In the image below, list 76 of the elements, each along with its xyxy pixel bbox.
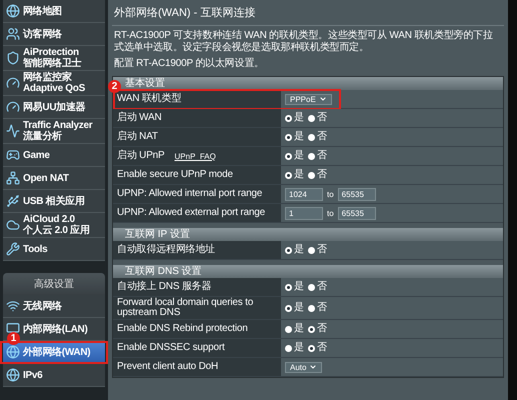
setting-label: UPNP: Allowed internal port range — [117, 189, 262, 199]
sidebar-item[interactable]: Game — [3, 144, 105, 167]
radio-option[interactable]: 否 — [308, 245, 327, 255]
menu-icon — [6, 299, 20, 313]
radio-option[interactable]: 是 — [285, 245, 304, 255]
menu-icon — [6, 76, 20, 90]
menu-icon — [6, 218, 20, 232]
radio-option[interactable]: 是 — [285, 151, 304, 161]
step-badge: 2 — [108, 80, 121, 93]
description: RT-AC1900P 可支持数种连结 WAN 的联机类型。这些类型可从 WAN 联机类型旁的下拉式选单中选取。设定字段会视您是选取那种联机类型而定。 — [113, 28, 494, 54]
page-title: 外部网络(WAN) - 互联网连接 — [112, 0, 504, 26]
menu-icon — [6, 124, 20, 138]
sidebar-item[interactable]: Open NAT — [3, 167, 105, 190]
setting-label: WAN 联机类型 — [117, 94, 182, 104]
radio-option[interactable]: 是 — [285, 282, 304, 292]
sidebar-item[interactable]: 访客网络 — [3, 23, 105, 46]
dropdown[interactable]: PPPoE — [285, 94, 332, 104]
menu-icon — [6, 100, 20, 114]
port-field[interactable]: 65535 — [338, 188, 376, 200]
sidebar-item[interactable]: AiProtection 智能网络卫士 — [3, 46, 105, 71]
setting-label: Prevent client auto DoH — [117, 362, 218, 372]
radio-option[interactable]: 是 — [285, 303, 304, 313]
menu-icon — [6, 27, 20, 41]
radio-option[interactable]: 否 — [308, 303, 327, 313]
setting-label: 自动取得远程网络地址 — [117, 245, 216, 255]
faq-link[interactable]: UPnP_FAQ — [174, 152, 216, 160]
radio-option[interactable]: 是 — [285, 170, 304, 180]
setting-label: 启动 NAT — [117, 132, 158, 142]
sidebar-item[interactable]: Tools — [3, 238, 105, 261]
setting-label: 启动 WAN — [117, 113, 162, 123]
sidebar-item[interactable]: AiCloud 2.0 个人云 2.0 应用 — [3, 213, 105, 238]
setting-label: 启动 UPnP — [117, 151, 165, 161]
radio-option[interactable]: 否 — [308, 132, 327, 142]
setting-label: Enable DNS Rebind protection — [117, 324, 248, 334]
caret-icon — [318, 95, 327, 103]
setting-label: UPNP: Allowed external port range — [117, 208, 265, 218]
sidebar-item[interactable]: USB 相关应用 — [3, 190, 105, 213]
menu-icon — [6, 242, 20, 256]
radio-option[interactable]: 是 — [285, 343, 304, 353]
caret-icon — [309, 363, 318, 371]
menu-icon — [6, 171, 20, 185]
config-note: 配置 RT-AC1900P 的以太网设置。 — [113, 56, 265, 70]
section-header: 互联网 IP 设置 — [113, 228, 503, 241]
radio-option[interactable]: 否 — [308, 324, 327, 334]
radio-option[interactable]: 否 — [308, 113, 327, 123]
menu-icon — [6, 345, 20, 359]
dropdown[interactable]: Auto — [285, 362, 322, 372]
radio-option[interactable]: 否 — [308, 170, 327, 180]
sidebar-item[interactable]: 网易UU加速器 — [3, 96, 105, 119]
radio-option[interactable]: 是 — [285, 132, 304, 142]
range-separator: to — [327, 208, 334, 218]
menu-icon — [6, 148, 20, 162]
range-separator: to — [327, 190, 334, 198]
sidebar-item[interactable]: 网络地图 — [3, 0, 105, 23]
setting-label: Enable secure UPnP mode — [117, 170, 233, 180]
menu-icon — [6, 368, 20, 382]
port-field[interactable]: 1024 — [285, 188, 323, 200]
port-field[interactable]: 65535 — [338, 206, 376, 220]
port-field[interactable]: 1 — [285, 206, 323, 220]
menu-icon — [6, 51, 20, 65]
radio-option[interactable]: 否 — [308, 343, 327, 353]
section-header: 互联网 DNS 设置 — [113, 265, 503, 278]
sidebar-item[interactable]: IPv6 — [3, 364, 105, 387]
menu-icon — [6, 194, 20, 208]
radio-option[interactable]: 否 — [308, 151, 327, 161]
sidebar-item[interactable]: Traffic Analyzer 流量分析 — [3, 119, 105, 144]
section-header: 高级设置 — [3, 273, 105, 295]
setting-label: Enable DNSSEC support — [117, 343, 225, 353]
sidebar-item[interactable]: 无线网络 — [3, 295, 105, 318]
sidebar-item[interactable]: 网络监控家 Adaptive QoS — [3, 71, 105, 96]
setting-label: 自动接上 DNS 服务器 — [117, 282, 212, 292]
radio-option[interactable]: 是 — [285, 113, 304, 123]
radio-option[interactable]: 否 — [308, 282, 327, 292]
radio-option[interactable]: 是 — [285, 324, 304, 334]
setting-label: Forward local domain queries to upstream DNS — [117, 298, 254, 318]
menu-icon — [6, 4, 20, 18]
